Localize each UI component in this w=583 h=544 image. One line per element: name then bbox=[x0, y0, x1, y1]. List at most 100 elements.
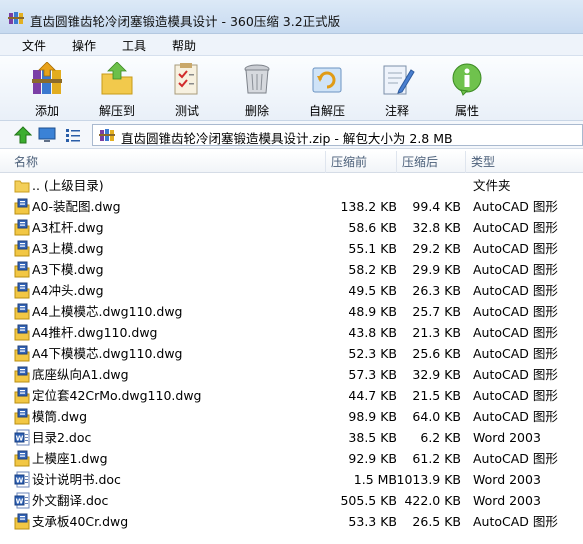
svg-text:W: W bbox=[16, 435, 24, 443]
file-type: AutoCAD 图形 bbox=[473, 451, 558, 466]
file-row[interactable]: 定位套42CrMo.dwg110.dwg 44.7 KB 21.5 KB AutoCA… bbox=[0, 385, 583, 406]
file-row[interactable]: A4下模模芯.dwg110.dwg 52.3 KB 25.6 KB AutoCAD 图… bbox=[0, 343, 583, 364]
file-row[interactable]: A4上模模芯.dwg110.dwg 48.9 KB 25.7 KB AutoCAD 图… bbox=[0, 301, 583, 322]
file-type: AutoCAD 图形 bbox=[473, 199, 558, 214]
extract-to-button[interactable]: 解压到 bbox=[86, 58, 148, 118]
file-name: 支承板40Cr.dwg bbox=[32, 514, 129, 529]
file-packed-size: 43.8 KB bbox=[348, 325, 397, 340]
self-extract-label: 自解压 bbox=[308, 104, 345, 118]
file-type: AutoCAD 图形 bbox=[473, 220, 558, 235]
add-label: 添加 bbox=[34, 104, 59, 118]
file-name: A4上模模芯.dwg110.dwg bbox=[32, 304, 183, 319]
menu-operation[interactable]: 操作 bbox=[72, 37, 96, 54]
delete-label: 删除 bbox=[244, 104, 269, 118]
up-arrow-icon[interactable] bbox=[14, 126, 32, 144]
file-row[interactable]: A3下模.dwg 58.2 KB 29.9 KB AutoCAD 图形 bbox=[0, 259, 583, 280]
path-bar: 直齿圆锥齿轮冷闭塞锻造模具设计.zip - 解包大小为 2.8 MB bbox=[0, 121, 583, 149]
file-name: 底座纵向A1.dwg bbox=[32, 367, 129, 382]
file-original-size: 26.5 KB bbox=[412, 514, 461, 529]
dwg-file-icon bbox=[14, 366, 30, 383]
add-button[interactable]: 添加 bbox=[16, 58, 78, 118]
file-row[interactable]: 上模座1.dwg 92.9 KB 61.2 KB AutoCAD 图形 bbox=[0, 448, 583, 469]
file-row[interactable]: A4推杆.dwg110.dwg 43.8 KB 21.3 KB AutoCAD 图形 bbox=[0, 322, 583, 343]
file-original-size: 32.8 KB bbox=[412, 220, 461, 235]
file-packed-size: 505.5 KB bbox=[340, 493, 397, 508]
comment-button[interactable]: 注释 bbox=[366, 58, 428, 118]
file-row[interactable]: 支承板40Cr.dwg 53.3 KB 26.5 KB AutoCAD 图形 bbox=[0, 511, 583, 532]
menu-file[interactable]: 文件 bbox=[22, 37, 46, 54]
file-row[interactable]: W 外文翻译.doc 505.5 KB 422.0 KB Word 2003 bbox=[0, 490, 583, 511]
dwg-file-icon bbox=[14, 240, 30, 257]
file-row[interactable]: A3杠杆.dwg 58.6 KB 32.8 KB AutoCAD 图形 bbox=[0, 217, 583, 238]
file-type: AutoCAD 图形 bbox=[473, 346, 558, 361]
menu-tools[interactable]: 工具 bbox=[122, 37, 146, 54]
column-original-header[interactable]: 压缩后 bbox=[398, 151, 466, 173]
window-title: 直齿圆锥齿轮冷闭塞锻造模具设计 - 360压缩 3.2正式版 bbox=[30, 14, 341, 29]
file-row[interactable]: W 设计说明书.doc 1.5 MB 1013.9 KB Word 2003 bbox=[0, 469, 583, 490]
file-packed-size: 98.9 KB bbox=[348, 409, 397, 424]
svg-text:W: W bbox=[16, 477, 24, 485]
file-list: .. (上级目录) 文件夹 A0-装配图.dwg 138.2 KB 99.4 KB Aut… bbox=[0, 175, 583, 544]
test-label: 测试 bbox=[174, 104, 199, 118]
menu-help[interactable]: 帮助 bbox=[172, 37, 196, 54]
file-row[interactable]: .. (上级目录) 文件夹 bbox=[0, 175, 583, 196]
path-field[interactable]: 直齿圆锥齿轮冷闭塞锻造模具设计.zip - 解包大小为 2.8 MB bbox=[92, 124, 583, 146]
zip-file-icon bbox=[99, 129, 115, 141]
dwg-file-icon bbox=[14, 303, 30, 320]
dwg-file-icon bbox=[14, 219, 30, 236]
file-original-size bbox=[393, 177, 461, 195]
file-type: AutoCAD 图形 bbox=[473, 367, 558, 382]
dwg-file-icon bbox=[14, 513, 30, 530]
file-original-size: 1013.9 KB bbox=[396, 472, 461, 487]
self-extract-button[interactable]: 自解压 bbox=[296, 58, 358, 118]
delete-button[interactable]: 删除 bbox=[226, 58, 288, 118]
file-name: A4下模模芯.dwg110.dwg bbox=[32, 346, 183, 361]
column-type-header[interactable]: 类型 bbox=[467, 151, 583, 173]
file-row[interactable]: A0-装配图.dwg 138.2 KB 99.4 KB AutoCAD 图形 bbox=[0, 196, 583, 217]
file-type: AutoCAD 图形 bbox=[473, 514, 558, 529]
file-name: A4冲头.dwg bbox=[32, 283, 104, 298]
file-row[interactable]: A4冲头.dwg 49.5 KB 26.3 KB AutoCAD 图形 bbox=[0, 280, 583, 301]
column-packed-header[interactable]: 压缩前 bbox=[327, 151, 397, 173]
word-file-icon: W bbox=[14, 471, 30, 488]
test-button[interactable]: 测试 bbox=[156, 58, 218, 118]
file-name: A3下模.dwg bbox=[32, 262, 104, 277]
menu-bar: 文件 操作 工具 帮助 bbox=[0, 34, 583, 56]
test-icon bbox=[174, 63, 198, 95]
dwg-file-icon bbox=[14, 450, 30, 467]
file-row[interactable]: 底座纵向A1.dwg 57.3 KB 32.9 KB AutoCAD 图形 bbox=[0, 364, 583, 385]
file-original-size: 26.3 KB bbox=[412, 283, 461, 298]
file-type: Word 2003 bbox=[473, 430, 541, 445]
dwg-file-icon bbox=[14, 345, 30, 362]
file-name: A3杠杆.dwg bbox=[32, 220, 104, 235]
file-original-size: 64.0 KB bbox=[412, 409, 461, 424]
file-original-size: 29.2 KB bbox=[412, 241, 461, 256]
file-name: 目录2.doc bbox=[32, 430, 92, 445]
file-name: 模筒.dwg bbox=[32, 409, 88, 424]
file-name: 定位套42CrMo.dwg110.dwg bbox=[32, 388, 202, 403]
toolbar: 添加 解压到 测试 删除 自解压 注释 属性 bbox=[0, 56, 583, 121]
file-row[interactable]: 模筒.dwg 98.9 KB 64.0 KB AutoCAD 图形 bbox=[0, 406, 583, 427]
desktop-icon[interactable] bbox=[38, 126, 56, 144]
dwg-file-icon bbox=[14, 261, 30, 278]
file-original-size: 25.6 KB bbox=[412, 346, 461, 361]
extract-to-label: 解压到 bbox=[98, 104, 135, 118]
file-original-size: 61.2 KB bbox=[412, 451, 461, 466]
info-icon bbox=[452, 63, 482, 96]
file-name: A0-装配图.dwg bbox=[32, 199, 121, 214]
file-type: Word 2003 bbox=[473, 472, 541, 487]
list-view-icon[interactable] bbox=[64, 126, 82, 144]
svg-text:W: W bbox=[16, 498, 24, 506]
properties-button[interactable]: 属性 bbox=[436, 58, 498, 118]
delete-icon bbox=[244, 64, 270, 94]
file-name: A3上模.dwg bbox=[32, 241, 104, 256]
file-packed-size: 57.3 KB bbox=[348, 367, 397, 382]
self-extract-icon bbox=[312, 67, 342, 93]
column-name-header[interactable]: 名称 bbox=[10, 151, 326, 173]
file-type: AutoCAD 图形 bbox=[473, 283, 558, 298]
file-packed-size: 1.5 MB bbox=[353, 472, 397, 487]
file-row[interactable]: A3上模.dwg 55.1 KB 29.2 KB AutoCAD 图形 bbox=[0, 238, 583, 259]
path-text: 直齿圆锥齿轮冷闭塞锻造模具设计.zip - 解包大小为 2.8 MB bbox=[121, 131, 453, 146]
file-name: 上模座1.dwg bbox=[32, 451, 108, 466]
file-row[interactable]: W 目录2.doc 38.5 KB 6.2 KB Word 2003 bbox=[0, 427, 583, 448]
